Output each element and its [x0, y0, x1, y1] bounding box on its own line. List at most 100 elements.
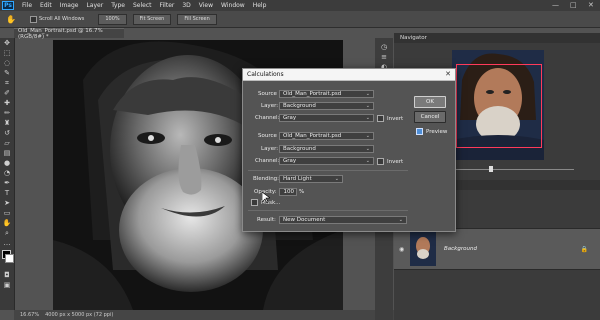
chevron-down-icon: ⌄ [365, 91, 370, 97]
eyedropper-tool-icon[interactable]: ✐ [0, 88, 14, 98]
checkbox-checked-icon [416, 128, 423, 135]
navigator-title: Navigator [400, 35, 427, 41]
blur-tool-icon[interactable]: ● [0, 158, 14, 168]
checkbox-icon [251, 199, 258, 206]
zoom-100-button[interactable]: 100% [98, 13, 127, 25]
zoom-slider-handle[interactable] [489, 166, 493, 172]
menu-layer[interactable]: Layer [82, 2, 107, 9]
source2-select[interactable]: Old_Man_Portrait.psd ⌄ [279, 132, 374, 140]
invert1-checkbox[interactable]: Invert [377, 115, 403, 122]
healing-tool-icon[interactable]: ✚ [0, 98, 14, 108]
zoom-tool-icon[interactable]: ⌕ [0, 228, 14, 238]
fill-screen-button[interactable]: Fill Screen [177, 13, 217, 25]
document-tab[interactable]: Old_Man_Portrait.psd @ 16.7% (RGB/8#) * [14, 27, 124, 40]
fit-screen-button[interactable]: Fit Screen [132, 13, 172, 25]
menu-type[interactable]: Type [107, 2, 129, 9]
minimize-icon[interactable]: — [552, 1, 559, 9]
hand-tool-icon[interactable]: ✋ [0, 218, 14, 228]
mouse-cursor-icon [262, 192, 270, 204]
layer2-value: Background [283, 146, 316, 152]
lock-icon: 🔒 [580, 245, 588, 253]
hand-tool-icon: ✋ [6, 14, 16, 24]
layer-row[interactable]: ◉ Background 🔒 [394, 228, 600, 270]
pen-tool-icon[interactable]: ✒ [0, 178, 14, 188]
document-tab-label: Old_Man_Portrait.psd @ 16.7% (RGB/8#) * [18, 27, 103, 40]
history-brush-tool-icon[interactable]: ↺ [0, 128, 14, 138]
menu-help[interactable]: Help [249, 2, 271, 9]
opacity-input[interactable]: 100 [279, 188, 297, 196]
color-swatches[interactable] [0, 248, 14, 270]
move-tool-icon[interactable]: ✥ [0, 38, 14, 48]
dodge-tool-icon[interactable]: ◔ [0, 168, 14, 178]
marquee-tool-icon[interactable]: ⬚ [0, 48, 14, 58]
chevron-down-icon: ⌄ [365, 158, 370, 164]
scroll-all-windows-checkbox[interactable]: Scroll All Windows [29, 15, 85, 23]
properties-panel-icon[interactable]: ≡ [375, 52, 393, 62]
blending-select[interactable]: Hard Light ⌄ [279, 175, 343, 183]
blending-value: Hard Light [283, 176, 312, 182]
preview-label: Preview [426, 128, 448, 135]
navigator-view-box[interactable] [456, 64, 542, 148]
menu-bar: Ps File Edit Image Layer Type Select Fil… [0, 0, 600, 11]
status-bar: 16.67% 4000 px x 5000 px (72 ppi) [14, 310, 394, 320]
menu-window[interactable]: Window [217, 2, 249, 9]
menu-edit[interactable]: Edit [36, 2, 56, 9]
layer2-label: Layer: [261, 146, 279, 152]
quick-mask-icon[interactable]: ◘ [0, 270, 14, 280]
crop-tool-icon[interactable]: ⌗ [0, 78, 14, 88]
layer-thumbnail-image [410, 232, 436, 266]
layer1-label: Layer: [261, 103, 279, 109]
gradient-tool-icon[interactable]: ▤ [0, 148, 14, 158]
type-tool-icon[interactable]: T [0, 188, 14, 198]
tools-panel: ✥ ⬚ ◌ ✎ ⌗ ✐ ✚ ✏ ♜ ↺ ▱ ▤ ● ◔ ✒ T ➤ ▭ ✋ ⌕ … [0, 38, 15, 310]
brush-tool-icon[interactable]: ✏ [0, 108, 14, 118]
menu-image[interactable]: Image [56, 2, 83, 9]
menu-select[interactable]: Select [129, 2, 156, 9]
result-select[interactable]: New Document ⌄ [279, 216, 407, 224]
dialog-close-icon[interactable]: ✕ [445, 70, 451, 78]
menu-file[interactable]: File [18, 2, 36, 9]
navigator-panel-header[interactable]: Navigator [394, 33, 600, 43]
source1-value: Old_Man_Portrait.psd [283, 91, 342, 97]
preview-checkbox[interactable]: Preview [416, 128, 447, 135]
layer2-select[interactable]: Background ⌄ [279, 145, 374, 153]
eraser-tool-icon[interactable]: ▱ [0, 138, 14, 148]
screen-mode-icon[interactable]: ▣ [0, 280, 14, 290]
channel1-value: Gray [283, 115, 297, 121]
source2-value: Old_Man_Portrait.psd [283, 133, 342, 139]
result-value: New Document [283, 217, 326, 223]
more-tools-icon[interactable]: … [0, 238, 14, 248]
menu-3d[interactable]: 3D [178, 2, 194, 9]
dialog-title-bar[interactable]: Calculations [243, 69, 455, 81]
channel1-select[interactable]: Gray ⌄ [279, 114, 374, 122]
zoom-level[interactable]: 16.67% [20, 312, 39, 318]
close-icon[interactable]: ✕ [588, 1, 594, 9]
layer-name: Background [444, 246, 477, 252]
photoshop-logo: Ps [2, 1, 14, 10]
background-color-swatch[interactable] [5, 254, 14, 263]
scroll-all-windows-label: Scroll All Windows [38, 16, 85, 22]
menu-view[interactable]: View [195, 2, 217, 9]
quick-select-tool-icon[interactable]: ✎ [0, 68, 14, 78]
eye-icon[interactable]: ◉ [399, 246, 404, 253]
lasso-tool-icon[interactable]: ◌ [0, 58, 14, 68]
invert1-label: Invert [387, 115, 404, 122]
shape-tool-icon[interactable]: ▭ [0, 208, 14, 218]
menu-filter[interactable]: Filter [156, 2, 179, 9]
channel2-label: Channel: [255, 158, 280, 164]
opacity-unit: % [299, 189, 305, 195]
channel2-select[interactable]: Gray ⌄ [279, 157, 374, 165]
ok-button[interactable]: OK [414, 96, 446, 108]
layer1-select[interactable]: Background ⌄ [279, 102, 374, 110]
source1-select[interactable]: Old_Man_Portrait.psd ⌄ [279, 90, 374, 98]
stamp-tool-icon[interactable]: ♜ [0, 118, 14, 128]
cancel-button[interactable]: Cancel [414, 111, 446, 123]
invert2-checkbox[interactable]: Invert [377, 158, 403, 165]
path-select-tool-icon[interactable]: ➤ [0, 198, 14, 208]
checkbox-icon [377, 115, 384, 122]
invert2-label: Invert [387, 158, 404, 165]
channel2-value: Gray [283, 158, 297, 164]
history-panel-icon[interactable]: ◷ [375, 42, 393, 52]
checkbox-icon [29, 15, 37, 23]
maximize-icon[interactable]: □ [570, 1, 577, 9]
